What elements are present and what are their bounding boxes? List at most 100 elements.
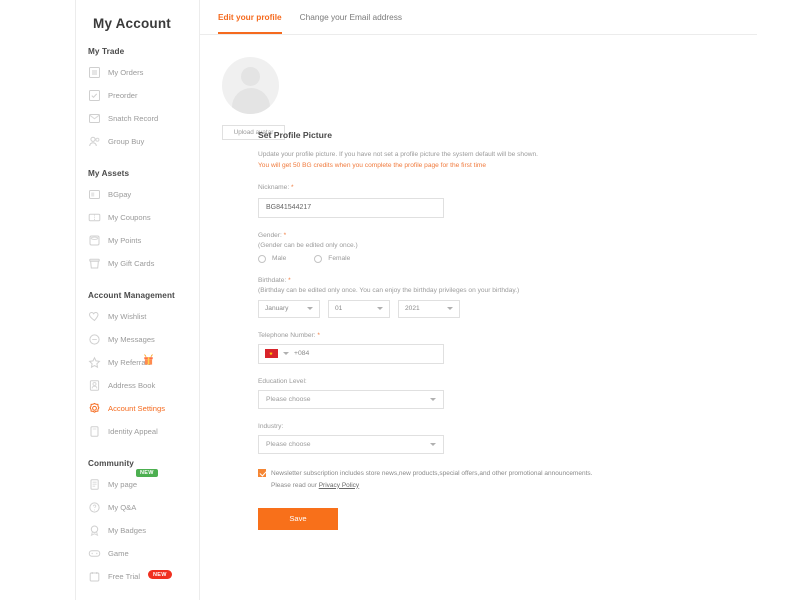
sidebar-item-my-messages[interactable]: My Messages: [76, 328, 199, 351]
birth-month-select[interactable]: January: [258, 299, 320, 318]
game-icon: [88, 547, 101, 560]
radio-dot-male[interactable]: [258, 254, 266, 263]
question-icon: [88, 501, 101, 514]
telephone-label: Telephone Number: *: [258, 332, 800, 339]
sidebar-item-my-orders[interactable]: My Orders: [76, 61, 199, 84]
sidebar-item-my-qa[interactable]: My Q&A: [76, 496, 199, 519]
field-industry: Industry: Please choose: [258, 423, 800, 454]
telephone-label-text: Telephone Number:: [258, 331, 316, 339]
sidebar-item-my-wishlist[interactable]: My Wishlist: [76, 305, 199, 328]
sidebar: My Account My Trade My Orders Preorder S…: [75, 0, 200, 600]
new-badge: NEW: [136, 469, 158, 477]
newsletter-text-block: Newsletter subscription includes store n…: [271, 468, 592, 492]
sidebar-item-label: BGpay: [108, 190, 132, 199]
newsletter-checkbox[interactable]: [258, 468, 266, 477]
coupons-icon: [88, 211, 101, 224]
sidebar-item-my-gift-cards[interactable]: My Gift Cards: [76, 252, 199, 275]
newsletter-text: Newsletter subscription includes store n…: [271, 469, 593, 477]
orders-icon: [88, 66, 101, 79]
industry-select[interactable]: Please choose: [258, 434, 444, 454]
sidebar-item-free-trial[interactable]: Free Trial NEW: [76, 565, 199, 588]
telephone-input-group[interactable]: +084: [258, 343, 444, 364]
gender-label: Gender: *: [258, 232, 800, 239]
heart-icon: [88, 310, 101, 323]
profile-description: Update your profile picture. If you have…: [258, 151, 539, 158]
gender-option-male[interactable]: Male: [258, 254, 287, 263]
save-button[interactable]: Save: [258, 507, 338, 530]
sidebar-item-label: Account Settings: [108, 404, 165, 413]
radio-dot-female[interactable]: [314, 254, 323, 263]
education-label: Education Level:: [258, 377, 307, 385]
section-title-my-trade: My Trade: [88, 47, 125, 56]
sidebar-item-label: My Q&A: [108, 503, 137, 512]
sidebar-item-identity-appeal[interactable]: Identity Appeal: [76, 420, 199, 443]
sidebar-item-account-settings[interactable]: Account Settings: [76, 397, 199, 420]
avatar-body: [231, 88, 270, 114]
sidebar-item-my-coupons[interactable]: My Coupons: [76, 206, 199, 229]
sidebar-item-label: My Wishlist: [108, 312, 147, 321]
gift-card-icon: [88, 257, 101, 270]
sidebar-item-my-referrals[interactable]: My Referrals: [76, 351, 199, 374]
sidebar-section-my-assets: My Assets BGpay My Coupons My Points My …: [76, 169, 199, 275]
bgpay-icon: [88, 188, 101, 201]
identity-icon: [88, 425, 101, 438]
tab-edit-your-profile[interactable]: Edit your profile: [218, 12, 282, 34]
privacy-prefix: Please read our: [271, 481, 319, 489]
sidebar-item-label: Identity Appeal: [108, 427, 158, 436]
industry-label: Industry:: [258, 422, 284, 430]
field-gender: Gender: * (Gender can be edited only onc…: [258, 232, 800, 263]
avatar: [222, 57, 279, 114]
gender-option-label: Male: [272, 255, 287, 262]
birthdate-note: (Birthday can be edited only once. You c…: [258, 286, 520, 294]
birth-year-value: 2021: [405, 305, 420, 312]
section-title-community: Community: [88, 459, 134, 468]
birth-day-select[interactable]: 01: [328, 299, 390, 318]
profile-promo-text: You will get 50 BG credits when you comp…: [258, 162, 487, 169]
nickname-label-text: Nickname:: [258, 184, 290, 191]
sidebar-item-label: Game: [108, 549, 129, 558]
sidebar-item-label: My Points: [108, 236, 142, 245]
birthdate-label-text: Birthdate:: [258, 276, 287, 284]
education-level-value: Please choose: [266, 395, 311, 403]
sidebar-item-group-buy[interactable]: Group Buy: [76, 130, 199, 153]
field-nickname: Nickname: *: [258, 184, 800, 218]
field-education-level: Education Level: Please choose: [258, 378, 800, 409]
tab-change-email-address[interactable]: Change your Email address: [300, 12, 402, 33]
birth-year-select[interactable]: 2021: [398, 299, 460, 318]
page-icon: [88, 478, 101, 491]
education-level-select[interactable]: Please choose: [258, 389, 444, 409]
chevron-down-icon: [307, 307, 313, 310]
sidebar-item-snatch-record[interactable]: Snatch Record: [76, 107, 199, 130]
sidebar-item-label: Preorder: [108, 91, 138, 100]
sidebar-item-game[interactable]: Game: [76, 542, 199, 565]
sidebar-item-my-points[interactable]: My Points: [76, 229, 199, 252]
section-title-my-assets: My Assets: [88, 169, 130, 178]
sidebar-item-label: Free Trial: [108, 572, 141, 581]
chevron-down-icon: [377, 307, 383, 310]
sidebar-section-community: Community My page NEW My Q&A My Badges G…: [76, 459, 199, 588]
field-birthdate: Birthdate: * (Birthday can be edited onl…: [258, 277, 800, 318]
gender-option-label: Female: [328, 255, 351, 262]
chevron-down-icon[interactable]: [283, 352, 289, 355]
birth-month-value: January: [265, 305, 289, 312]
star-icon: [88, 356, 101, 369]
message-icon: [88, 333, 101, 346]
sidebar-item-bgpay[interactable]: BGpay: [76, 183, 199, 206]
nickname-label: Nickname: *: [258, 184, 800, 191]
sidebar-item-preorder[interactable]: Preorder: [76, 84, 199, 107]
sidebar-item-label: My Messages: [108, 335, 155, 344]
sidebar-item-my-badges[interactable]: My Badges: [76, 519, 199, 542]
sidebar-item-label: Address Book: [108, 381, 156, 390]
chevron-down-icon: [430, 442, 436, 446]
flag-star: [269, 351, 273, 356]
privacy-policy-link[interactable]: Privacy Policy: [319, 482, 359, 489]
country-code-value: +084: [294, 350, 310, 357]
main-content: Edit your profile Change your Email addr…: [200, 0, 800, 600]
sidebar-item-address-book[interactable]: Address Book: [76, 374, 199, 397]
gender-option-female[interactable]: Female: [314, 254, 351, 263]
nickname-input[interactable]: [258, 197, 444, 218]
gender-label-text: Gender:: [258, 231, 282, 239]
sidebar-item-label: My page: [108, 480, 138, 489]
required-marker: *: [291, 184, 294, 191]
sidebar-item-my-page[interactable]: My page NEW: [76, 469, 199, 496]
